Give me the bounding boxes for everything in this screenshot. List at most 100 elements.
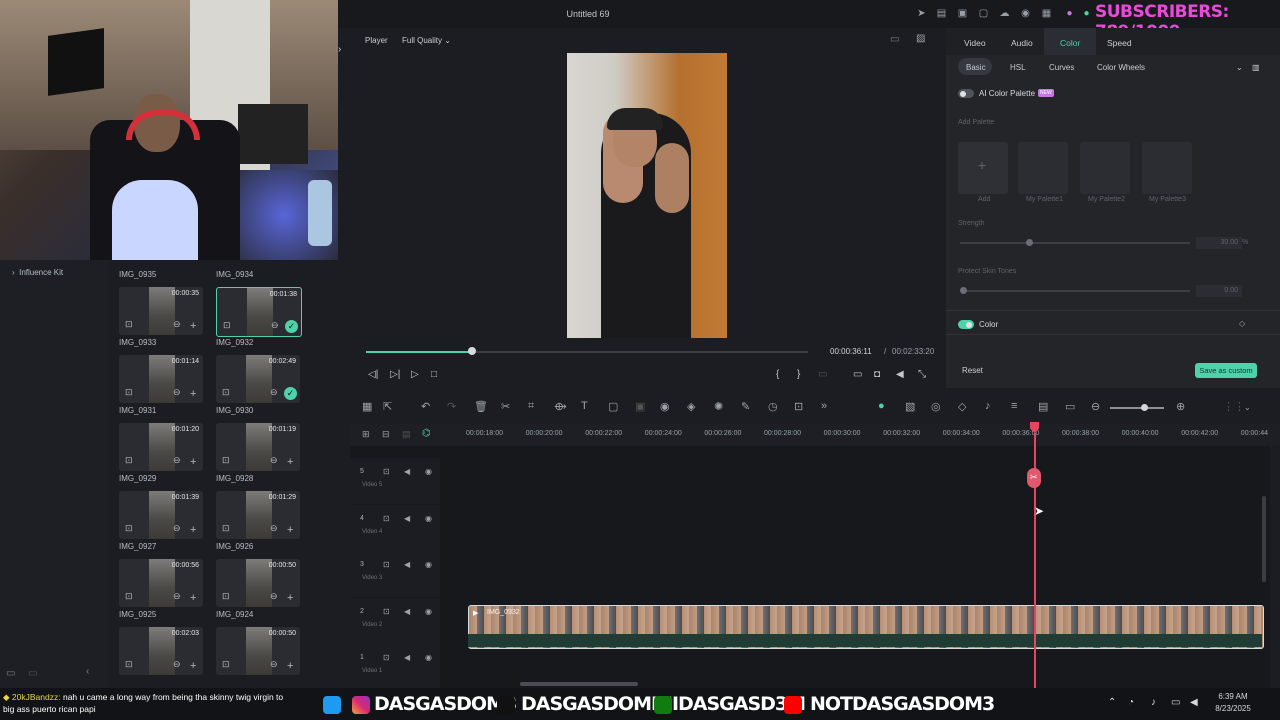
media-clip-card[interactable]: 00:01:39 ⊡ ⊖ + — [119, 491, 203, 539]
progress-handle[interactable] — [468, 347, 477, 355]
layout-icon[interactable]: ▭ — [890, 34, 899, 45]
media-clip-card[interactable]: 00:00:35 ⊡ ⊖ + — [119, 287, 203, 335]
chevron-up-icon[interactable]: ⌃ — [1108, 697, 1116, 708]
cloud-icon[interactable]: ☁ — [999, 8, 1010, 19]
text-icon[interactable]: T — [581, 400, 588, 412]
preview-icon[interactable]: ⊖ — [173, 319, 181, 330]
notes-icon[interactable]: ▤ — [936, 8, 947, 19]
grid-view-icon[interactable]: ⋮⋮ — [1223, 400, 1245, 413]
speed-icon[interactable]: ◎ — [931, 400, 941, 413]
eye-icon[interactable]: ◉ — [425, 560, 432, 569]
auto-edit-icon[interactable]: ▧ — [905, 400, 915, 413]
lock-icon[interactable]: ⊡ — [383, 514, 390, 523]
play-frame-icon[interactable]: ▷| — [390, 369, 400, 380]
mark-out-icon[interactable]: } — [797, 369, 800, 380]
grid-icon[interactable]: ▦ — [1041, 8, 1052, 19]
tab-video[interactable]: Video — [964, 38, 986, 48]
monitor-icon[interactable]: ▭ — [853, 369, 862, 380]
preview-icon[interactable]: ⊖ — [270, 659, 278, 670]
strength-value[interactable]: 30.00 — [1196, 237, 1242, 249]
snapshot-icon[interactable]: ◘ — [874, 369, 880, 380]
color-match-icon[interactable]: ◉ — [660, 400, 670, 413]
collapse-left-icon[interactable]: ‹ — [86, 666, 89, 677]
save-as-custom-button[interactable]: Save as custom — [1195, 363, 1257, 378]
avatar-icon[interactable]: ● — [1064, 8, 1075, 19]
add-icon[interactable]: + — [190, 524, 196, 536]
media-clip-card[interactable]: 00:01:38 ⊡ ⊖ ✓ — [216, 287, 302, 337]
lock-icon[interactable]: ⊡ — [383, 607, 390, 616]
network-icon[interactable]: ◔ — [1128, 697, 1134, 708]
add-icon[interactable]: + — [287, 456, 293, 468]
media-clip-card[interactable]: 00:01:19 ⊡ ⊖ + — [216, 423, 300, 471]
tab-color[interactable]: Color — [1060, 38, 1080, 48]
disabled-tool-icon[interactable]: ▣ — [635, 400, 645, 413]
quality-dropdown[interactable]: Full Quality ⌄ — [402, 36, 451, 45]
protect-skin-handle[interactable] — [960, 287, 967, 294]
file-icon[interactable]: ▢ — [978, 8, 989, 19]
favorite-icon[interactable]: ⊡ — [125, 523, 133, 534]
protect-skin-value[interactable]: 0.00 — [1196, 285, 1242, 297]
select-tool-icon[interactable]: ⇱ — [383, 400, 392, 413]
video-preview[interactable] — [567, 53, 727, 338]
add-icon[interactable]: + — [190, 388, 196, 400]
speaker-icon[interactable]: ◀ — [1190, 697, 1198, 708]
stop-icon[interactable]: □ — [431, 369, 437, 380]
preview-icon[interactable]: ⊖ — [173, 523, 181, 534]
favorite-icon[interactable]: ⊡ — [222, 591, 230, 602]
palette-item[interactable] — [1018, 142, 1068, 194]
sidebar-item-influence-kit[interactable]: › Influence Kit — [12, 268, 63, 277]
timer-icon[interactable]: ◷ — [768, 400, 778, 413]
mute-icon[interactable]: ◀ — [404, 467, 410, 476]
favorite-icon[interactable]: ⊡ — [125, 659, 133, 670]
vertical-scrollbar[interactable] — [1262, 496, 1266, 582]
mic-tray-icon[interactable]: ♪ — [1151, 697, 1156, 708]
lock-icon[interactable]: ⊡ — [383, 653, 390, 662]
mute-icon[interactable]: ◀ — [404, 514, 410, 523]
chevron-down-icon[interactable]: ⌄ — [1244, 403, 1251, 412]
delete-icon[interactable]: 🗑 — [474, 400, 488, 413]
microphone-icon[interactable]: ♪ — [985, 400, 991, 412]
favorite-icon[interactable]: ⊡ — [125, 455, 133, 466]
layout-grid-icon[interactable]: ▦ — [362, 400, 372, 413]
reset-button[interactable]: Reset — [962, 366, 983, 375]
mark-in-icon[interactable]: { — [776, 369, 779, 380]
subtab-color-wheels[interactable]: Color Wheels — [1097, 63, 1145, 72]
zoom-handle[interactable] — [1141, 404, 1148, 411]
collapse-arrow-icon[interactable]: › — [338, 44, 341, 55]
tab-speed[interactable]: Speed — [1107, 38, 1132, 48]
preview-icon[interactable]: ⊖ — [270, 523, 278, 534]
more-icon[interactable]: » — [821, 400, 827, 412]
preview-icon[interactable]: ⊖ — [173, 387, 181, 398]
mute-icon[interactable]: ◀ — [404, 560, 410, 569]
folder-add-icon[interactable]: ▭ — [6, 668, 15, 679]
zoom-slider[interactable] — [1110, 407, 1164, 409]
favorite-icon[interactable]: ⊡ — [222, 387, 230, 398]
subtab-curves[interactable]: Curves — [1049, 63, 1074, 72]
transform-icon[interactable]: ⟴ — [554, 400, 567, 413]
add-icon[interactable]: + — [287, 524, 293, 536]
add-icon[interactable]: + — [190, 660, 196, 672]
media-clip-card[interactable]: 00:00:50 ⊡ ⊖ + — [216, 627, 300, 675]
media-clip-card[interactable]: 00:01:29 ⊡ ⊖ + — [216, 491, 300, 539]
lock-track-icon[interactable]: ▤ — [402, 429, 411, 440]
ai-tool-icon[interactable]: ✺ — [714, 400, 723, 413]
add-icon[interactable]: + — [190, 456, 196, 468]
strength-slider[interactable] — [960, 242, 1190, 244]
media-clip-card[interactable]: 00:00:56 ⊡ ⊖ + — [119, 559, 203, 607]
preview-icon[interactable]: ⊖ — [173, 591, 181, 602]
ai-palette-toggle[interactable] — [958, 89, 974, 98]
favorite-icon[interactable]: ⊡ — [223, 320, 231, 331]
volume-icon[interactable]: ◀ — [896, 369, 904, 380]
preview-icon[interactable]: ⊖ — [270, 591, 278, 602]
add-icon[interactable]: + — [190, 592, 196, 604]
snap-icon[interactable]: ⌬ — [422, 428, 431, 439]
protect-skin-slider[interactable] — [960, 290, 1190, 292]
favorite-icon[interactable]: ⊡ — [125, 387, 133, 398]
media-clip-card[interactable]: 00:01:14 ⊡ ⊖ + — [119, 355, 203, 403]
captions-icon[interactable]: ▤ — [1038, 400, 1048, 413]
add-icon[interactable]: + — [190, 320, 196, 332]
horizontal-scrollbar[interactable] — [520, 682, 638, 686]
prev-frame-icon[interactable]: ◁| — [368, 369, 378, 380]
add-icon[interactable]: + — [287, 660, 293, 672]
lock-icon[interactable]: ⊡ — [383, 560, 390, 569]
